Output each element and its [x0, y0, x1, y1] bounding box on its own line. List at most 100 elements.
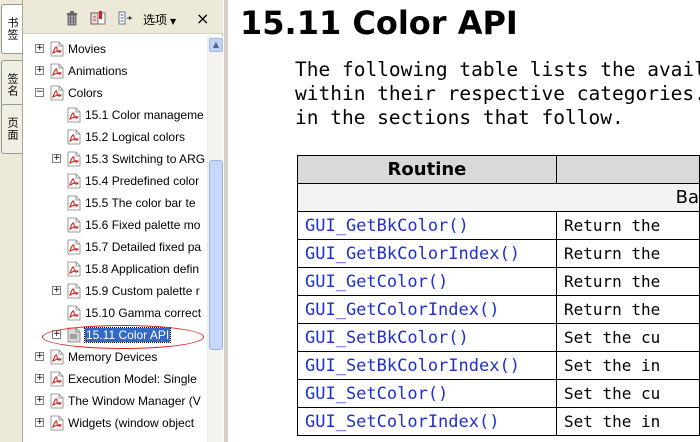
tree-item-label: 15.1 Color manageme: [85, 108, 204, 122]
routine-link[interactable]: GUI_GetBkColor(): [297, 211, 557, 240]
tree-item-label: The Window Manager (V: [68, 394, 201, 408]
document-view: 15.11 Color API The following table list…: [224, 0, 700, 442]
pdf-bookmark-icon: [49, 85, 65, 101]
tree-item[interactable]: +15.11 Color API: [23, 324, 207, 346]
expand-icon[interactable]: +: [35, 396, 44, 405]
routine-link[interactable]: GUI_SetColorIndex(): [297, 407, 557, 436]
routine-link[interactable]: GUI_SetColor(): [297, 379, 557, 408]
pdf-bookmark-icon: [66, 305, 82, 321]
expand-icon[interactable]: +: [52, 154, 61, 163]
pdf-bookmark-icon: [66, 173, 82, 189]
tree-item-label: Colors: [68, 86, 103, 100]
tree-item-label: 15.4 Predefined color: [85, 174, 200, 188]
tree-item[interactable]: + Execution Model: Single: [23, 368, 207, 390]
pdf-bookmark-icon: [66, 217, 82, 233]
chevron-down-icon: ▼: [170, 17, 177, 26]
tree-item[interactable]: 15.7 Detailed fixed pa: [23, 236, 207, 258]
routine-rows: GUI_GetBkColor() Return the GUI_GetBkColor…: [297, 211, 700, 436]
collapse-icon[interactable]: −: [35, 88, 44, 97]
tree-item[interactable]: 15.5 The color bar te: [23, 192, 207, 214]
routine-link[interactable]: GUI_SetBkColorIndex(): [297, 351, 557, 380]
options-menu-button[interactable]: 选项 ▼: [143, 11, 176, 28]
table-header-row: Routine: [297, 155, 700, 184]
pdf-bookmark-icon: [49, 371, 65, 387]
tree-item[interactable]: + Animations: [23, 60, 207, 82]
expand-bookmark-icon[interactable]: [117, 10, 133, 26]
tree-item-label: 15.10 Gamma correct: [85, 306, 202, 320]
table-row: GUI_SetBkColorIndex() Set the in: [297, 351, 700, 380]
tab-pages[interactable]: 页面: [1, 104, 22, 154]
pdf-bookmark-icon: [66, 261, 82, 277]
tab-pages-label: 页面: [6, 117, 19, 141]
tree-item[interactable]: − Colors: [23, 82, 207, 104]
table-row: GUI_SetColor() Set the cu: [297, 379, 700, 408]
pdf-bookmark-icon: [66, 195, 82, 211]
scroll-thumb[interactable]: [209, 160, 223, 350]
tree-item[interactable]: + Memory Devices: [23, 346, 207, 368]
expand-icon[interactable]: +: [35, 44, 44, 53]
tab-signatures[interactable]: 签名: [1, 60, 22, 110]
pdf-bookmark-icon: [49, 393, 65, 409]
pdf-bookmark-icon: [66, 129, 82, 145]
table-row: GUI_SetBkColor() Set the cu: [297, 323, 700, 352]
tree-item[interactable]: + The Window Manager (V: [23, 390, 207, 412]
table-row: GUI_SetColorIndex() Set the in: [297, 407, 700, 436]
pdf-bookmark-icon: [66, 283, 82, 299]
pdf-bookmark-icon: [66, 239, 82, 255]
tree-item[interactable]: 15.8 Application defin: [23, 258, 207, 280]
routine-description: Return the: [555, 295, 700, 324]
tab-bookmarks-label: 书签: [6, 17, 19, 41]
routine-description: Return the: [555, 211, 700, 240]
routine-description: Return the: [555, 267, 700, 296]
expand-icon[interactable]: +: [35, 418, 44, 427]
routine-link[interactable]: GUI_GetBkColorIndex(): [297, 239, 557, 268]
table-row: GUI_GetColor() Return the: [297, 267, 700, 296]
close-panel-button[interactable]: ×: [196, 9, 209, 28]
routine-link[interactable]: GUI_GetColorIndex(): [297, 295, 557, 324]
tree-item[interactable]: 15.6 Fixed palette mo: [23, 214, 207, 236]
expand-icon[interactable]: +: [35, 374, 44, 383]
bookmark-icon[interactable]: [90, 10, 106, 26]
trash-icon[interactable]: [64, 10, 80, 26]
bookmark-panel: 选项 ▼ × + Movies + Animations − Colors 15.1 Colo…: [23, 0, 223, 442]
bookmark-tree: + Movies + Animations − Colors 15.1 Color mana…: [23, 34, 207, 442]
category-label: Ba: [297, 183, 700, 212]
pdf-bookmark-icon: [49, 415, 65, 431]
tab-bookmarks[interactable]: 书签: [1, 4, 22, 54]
table-row: GUI_GetColorIndex() Return the: [297, 295, 700, 324]
routine-description: Return the: [555, 239, 700, 268]
pdf-bookmark-icon: [66, 151, 82, 167]
table-row: GUI_GetBkColor() Return the: [297, 211, 700, 240]
vertical-tab-strip: 书签 签名 页面: [0, 0, 23, 442]
routine-link[interactable]: GUI_GetColor(): [297, 267, 557, 296]
routine-description: Set the cu: [555, 379, 700, 408]
expand-icon[interactable]: +: [52, 330, 61, 339]
tree-item[interactable]: + Widgets (window object: [23, 412, 207, 434]
tree-item-label: 15.9 Custom palette r: [85, 284, 200, 298]
tree-item-label: Animations: [68, 64, 128, 78]
header-description: [555, 155, 700, 184]
tree-item[interactable]: 15.10 Gamma correct: [23, 302, 207, 324]
tree-item-label: Widgets (window object: [68, 416, 195, 430]
expand-icon[interactable]: +: [35, 352, 44, 361]
pdf-bookmark-icon: [66, 327, 82, 343]
scroll-up-button[interactable]: ▲: [209, 38, 223, 52]
pdf-bookmark-icon: [66, 107, 82, 123]
routine-description: Set the cu: [555, 323, 700, 352]
tree-item[interactable]: 15.4 Predefined color: [23, 170, 207, 192]
category-row: Ba: [297, 183, 700, 212]
tree-item[interactable]: 15.1 Color manageme: [23, 104, 207, 126]
bookmark-scrollbar[interactable]: ▲: [207, 36, 223, 442]
tree-item[interactable]: +15.9 Custom palette r: [23, 280, 207, 302]
tree-item-label: 15.11 Color API: [83, 327, 172, 343]
tree-item-label: 15.7 Detailed fixed pa: [85, 240, 202, 254]
tree-item[interactable]: +15.3 Switching to ARG: [23, 148, 207, 170]
tree-item-label: Movies: [68, 42, 107, 56]
tree-item-label: 15.6 Fixed palette mo: [85, 218, 201, 232]
routine-link[interactable]: GUI_SetBkColor(): [297, 323, 557, 352]
tree-item[interactable]: + Movies: [23, 38, 207, 60]
expand-icon[interactable]: +: [35, 66, 44, 75]
tree-item[interactable]: 15.2 Logical colors: [23, 126, 207, 148]
expand-icon[interactable]: +: [52, 286, 61, 295]
section-title: 15.11 Color API: [240, 4, 518, 42]
